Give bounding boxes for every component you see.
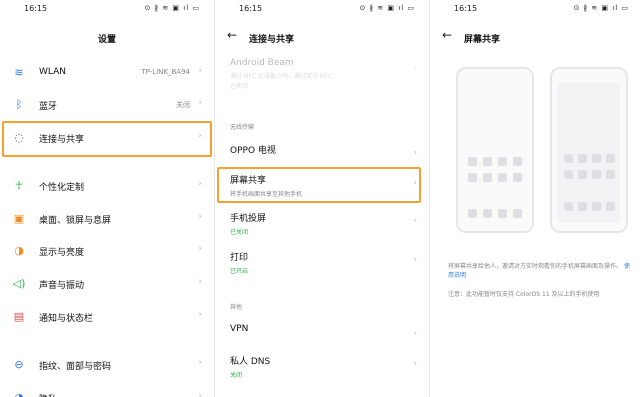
chevron-right-icon: › [198,391,202,397]
settings-item[interactable]: ☥ 个性化定制 › [0,172,214,200]
personalization-icon: ☥ [14,179,24,192]
status-bar: 16:15 ⊙ ∦ ≋ ▣ ıl ▭ [215,3,429,17]
chevron-right-icon: › [413,255,417,265]
vpn-item[interactable]: VPN › [230,324,417,339]
item-subtitle: 通过 NFC 在设备之间，通过双方 NFC， [230,73,338,80]
notification-icon: ▤ [13,310,25,323]
privacy-icon: ◔ [12,391,26,397]
status-icons: ⊙ ∦ ≋ ▣ ıl ▭ [573,4,629,12]
chevron-right-icon: › [413,63,417,73]
item-title: 私人 DNS [230,357,271,367]
back-arrow-icon[interactable]: ← [442,28,452,42]
highlight-connection-share [2,121,212,157]
page-title: 屏幕共享 [464,35,501,45]
android-beam-item[interactable]: Android Beam 通过 NFC 在设备之间，通过双方 NFC， 已关闭 … [230,58,417,90]
page-title: 连接与共享 [249,35,295,45]
item-status: 已关闭 [230,83,249,90]
settings-item[interactable]: ᛒ 蓝牙 关闭 › [0,91,214,119]
status-icons: ⊙ ∦ ≋ ▣ ıl ▭ [359,4,415,12]
feature-description: 将屏幕共享给他人，邀请对方实时观看你的手机屏幕画面及操作。 使用说明 [448,262,633,280]
chevron-right-icon: › [198,179,202,189]
dock-icon-row [458,209,532,218]
chevron-right-icon: › [413,329,417,339]
item-status: 已开启 [230,268,249,275]
receiver-phone-illustration [550,67,628,233]
sender-phone-illustration [456,67,534,233]
settings-item-label: WLAN [39,67,67,77]
compatibility-note: 注意：此功能暂时仅支持 ColorOS 11 及以上的手机使用 [448,291,600,298]
highlight-screen-share [217,167,421,203]
dock-icon-row [558,202,620,211]
wifi-icon: ≋ [14,66,24,79]
fingerprint-icon: ⊖ [14,358,24,371]
app-icon-row [558,154,620,163]
status-time: 16:15 [239,4,263,13]
section-label-other: 其他 [230,304,243,311]
item-title: 手机投屏 [230,214,267,224]
chevron-right-icon: › [413,216,417,226]
item-title: OPPO 电视 [230,146,276,156]
settings-item[interactable]: ⊖ 指纹、面部与密码 › [0,351,214,379]
sound-icon: ◁) [12,277,26,290]
oppo-tv-item[interactable]: OPPO 电视 › [230,143,417,158]
chevron-right-icon: › [198,66,202,76]
mirrored-screen [558,82,620,223]
settings-item[interactable]: ≋ WLAN TP-LINK_BA94 › [0,59,214,87]
settings-item-value: 关闭 [176,101,190,109]
page-title: 设置 [97,35,116,45]
settings-item-label: 个性化定制 [39,183,85,193]
bluetooth-icon: ᛒ [15,98,23,111]
print-item[interactable]: 打印 已开启 › [230,250,417,275]
connection-panel: 16:15 ⊙ ∦ ≋ ▣ ıl ▭ ← 连接与共享 Android Beam … [215,0,429,397]
settings-item-label: 声音与振动 [39,281,85,291]
status-bar: 16:15 ⊙ ∦ ≋ ▣ ıl ▭ [430,3,643,17]
chevron-right-icon: › [198,310,202,320]
chevron-right-icon: › [198,98,202,108]
app-icon-row [458,173,532,182]
status-bar: 16:15 ⊙ ∦ ≋ ▣ ıl ▭ [0,3,214,17]
display-icon: ◑ [14,244,24,257]
settings-item-label: 通知与状态栏 [39,314,94,324]
section-label-wireless: 无线传输 [230,124,255,131]
item-title: VPN [230,324,249,334]
settings-item-label: 指纹、面部与密码 [39,362,112,372]
settings-item[interactable]: ◑ 显示与亮度 › [0,237,214,265]
chevron-right-icon: › [198,212,202,222]
status-time: 16:15 [24,4,48,13]
chevron-right-icon: › [198,358,202,368]
private-dns-item[interactable]: 私人 DNS 关闭 › [230,354,417,379]
chevron-right-icon: › [198,244,202,254]
settings-panel: 16:15 ⊙ ∦ ≋ ▣ ıl ▭ 设置 ≋ WLAN TP-LINK_BA94 ›… [0,0,214,397]
status-time: 16:15 [454,4,478,13]
screen-cast-item[interactable]: 手机投屏 已关闭 › [230,211,417,236]
back-arrow-icon[interactable]: ← [227,28,237,42]
settings-item-value: TP-LINK_BA94 [141,68,190,76]
item-status: 关闭 [230,372,243,379]
screen-share-panel: 16:15 ⊙ ∦ ≋ ▣ ıl ▭ ← 屏幕共享 将屏幕共享给他人，邀请对方实… [430,0,643,397]
app-icon-row [558,170,620,179]
item-title: 打印 [230,253,249,263]
settings-item-label: 显示与亮度 [39,248,85,258]
app-icon-row [458,157,532,166]
status-icons: ⊙ ∦ ≋ ▣ ıl ▭ [144,4,200,12]
settings-item[interactable]: ◁) 声音与振动 › [0,270,214,298]
wallpaper-icon: ▣ [13,212,25,225]
chevron-right-icon: › [198,277,202,287]
settings-item[interactable]: ▣ 桌面、锁屏与息屏 › [0,205,214,233]
chevron-right-icon: › [413,148,417,158]
chevron-right-icon: › [413,359,417,369]
settings-item-label: 桌面、锁屏与息屏 [39,216,112,226]
settings-item[interactable]: ◔ 隐私 › [0,384,214,397]
item-title: Android Beam [230,58,294,68]
settings-item-label: 蓝牙 [39,102,58,112]
description-text: 将屏幕共享给他人，邀请对方实时观看你的手机屏幕画面及操作。 [448,263,623,270]
item-status: 已关闭 [230,229,249,236]
settings-item-label: 隐私 [39,392,57,397]
settings-item[interactable]: ▤ 通知与状态栏 › [0,303,214,331]
